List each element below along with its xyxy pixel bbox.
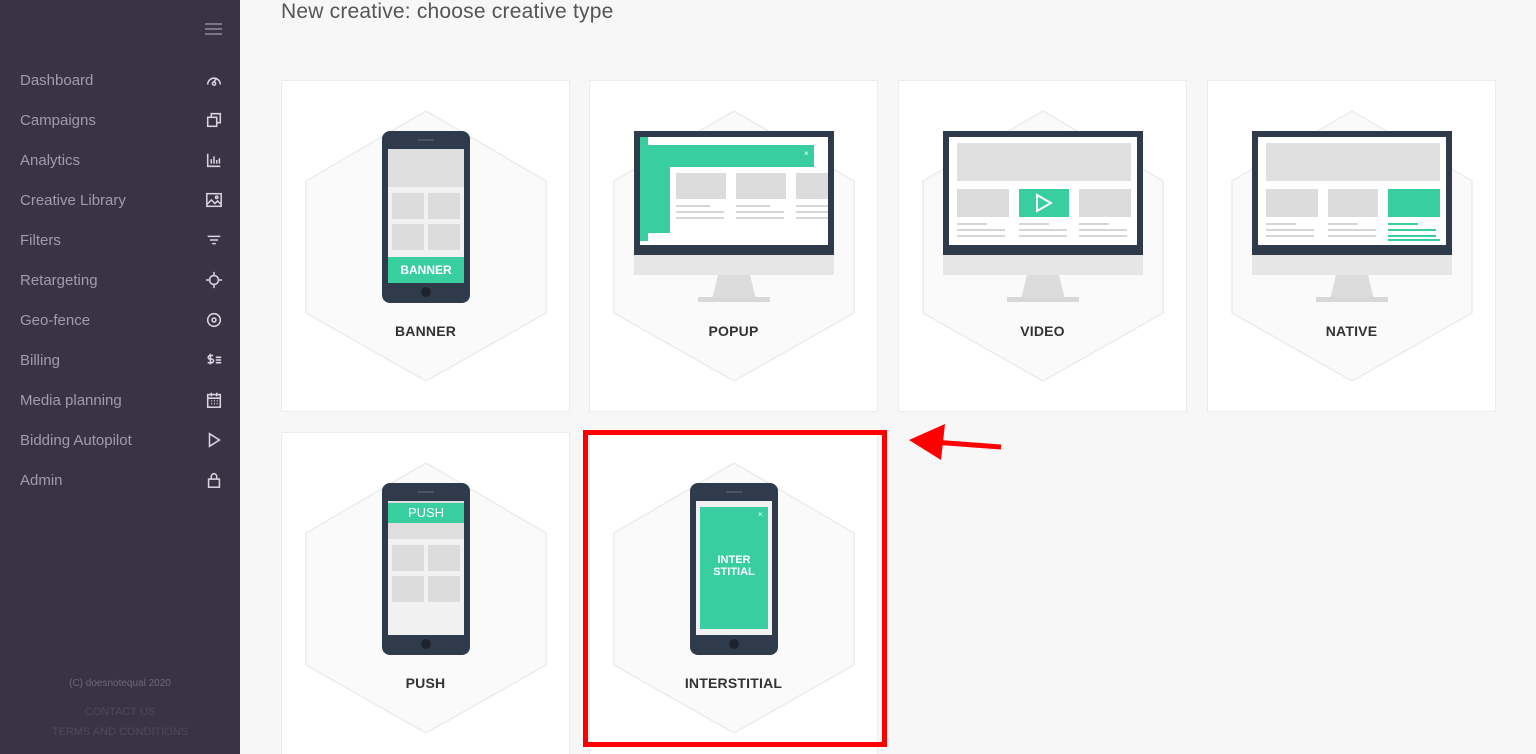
sidebar-item-creative-library[interactable]: Creative Library — [0, 180, 240, 220]
popup-illustration: × — [613, 110, 855, 382]
card-label: BANNER — [394, 323, 457, 339]
crosshair-icon — [204, 270, 224, 290]
sidebar-item-label: Creative Library — [20, 191, 126, 209]
contact-us-link[interactable]: CONTACT US — [0, 702, 240, 722]
svg-text:×: × — [758, 510, 763, 519]
native-illustration — [1231, 110, 1473, 382]
sidebar-item-billing[interactable]: Billing — [0, 340, 240, 380]
banner-screen-label: BANNER — [400, 263, 452, 277]
sidebar-item-dashboard[interactable]: Dashboard — [0, 60, 240, 100]
location-pin-icon — [204, 310, 224, 330]
sidebar-item-bidding-autopilot[interactable]: Bidding Autopilot — [0, 420, 240, 460]
sidebar-item-label: Geo-fence — [20, 311, 91, 329]
sidebar-item-label: Dashboard — [20, 71, 94, 89]
sidebar-nav: Dashboard Campaigns Analytics Creative L… — [0, 60, 240, 500]
sidebar-item-label: Analytics — [20, 151, 81, 169]
lock-icon — [204, 470, 224, 490]
card-label: PUSH — [405, 675, 446, 691]
video-illustration — [922, 110, 1164, 382]
sidebar-item-geo-fence[interactable]: Geo-fence — [0, 300, 240, 340]
bar-chart-icon — [204, 150, 224, 170]
creative-type-card-push[interactable]: PUSH PUSH — [281, 432, 570, 754]
card-label: NATIVE — [1325, 323, 1378, 339]
creative-type-card-popup[interactable]: × POPUP — [589, 80, 878, 412]
sidebar-item-campaigns[interactable]: Campaigns — [0, 100, 240, 140]
card-label: VIDEO — [1020, 323, 1065, 339]
red-arrow-icon — [909, 424, 1002, 460]
copyright-text: (C) doesnotequal 2020 — [69, 678, 171, 689]
calendar-icon — [204, 390, 224, 410]
sidebar-item-label: Campaigns — [20, 111, 96, 129]
terms-link[interactable]: TERMS AND CONDITIONS — [0, 722, 240, 742]
sidebar-item-label: Bidding Autopilot — [20, 431, 132, 449]
creative-type-card-native[interactable]: NATIVE — [1207, 80, 1496, 412]
svg-text:×: × — [804, 149, 809, 158]
page-title: New creative: choose creative type — [281, 0, 614, 23]
copy-icon — [204, 110, 224, 130]
sidebar-item-label: Billing — [20, 351, 61, 369]
sidebar-footer: (C) doesnotequal 2020 CONTACT US TERMS A… — [0, 674, 240, 742]
creative-type-card-interstitial[interactable]: × INTER STITIAL INTERSTITIAL — [589, 432, 878, 754]
image-icon — [204, 190, 224, 210]
sidebar-item-media-planning[interactable]: Media planning — [0, 380, 240, 420]
billing-icon — [204, 350, 224, 370]
sidebar-item-label: Admin — [20, 471, 63, 489]
sidebar-item-filters[interactable]: Filters — [0, 220, 240, 260]
filter-icon — [204, 230, 224, 250]
gauge-icon — [204, 70, 224, 90]
creative-type-card-video[interactable]: VIDEO — [898, 80, 1187, 412]
sidebar-item-label: Filters — [20, 231, 61, 249]
interstitial-illustration: × — [613, 462, 855, 734]
hexagon-shape — [304, 109, 546, 381]
creative-type-card-banner[interactable]: BANNER BANNER — [281, 80, 570, 412]
push-illustration — [305, 462, 547, 734]
push-screen-label: PUSH — [407, 505, 445, 520]
sidebar-item-label: Media planning — [20, 391, 122, 409]
sidebar-item-admin[interactable]: Admin — [0, 460, 240, 500]
card-label: POPUP — [708, 323, 759, 339]
card-label: INTERSTITIAL — [684, 675, 783, 691]
sidebar-item-analytics[interactable]: Analytics — [0, 140, 240, 180]
sidebar-item-retargeting[interactable]: Retargeting — [0, 260, 240, 300]
sidebar: Dashboard Campaigns Analytics Creative L… — [0, 0, 240, 754]
sidebar-item-label: Retargeting — [20, 271, 98, 289]
play-icon — [204, 430, 224, 450]
interstitial-screen-label: INTER STITIAL — [713, 554, 755, 578]
hamburger-menu-icon[interactable] — [205, 23, 222, 36]
